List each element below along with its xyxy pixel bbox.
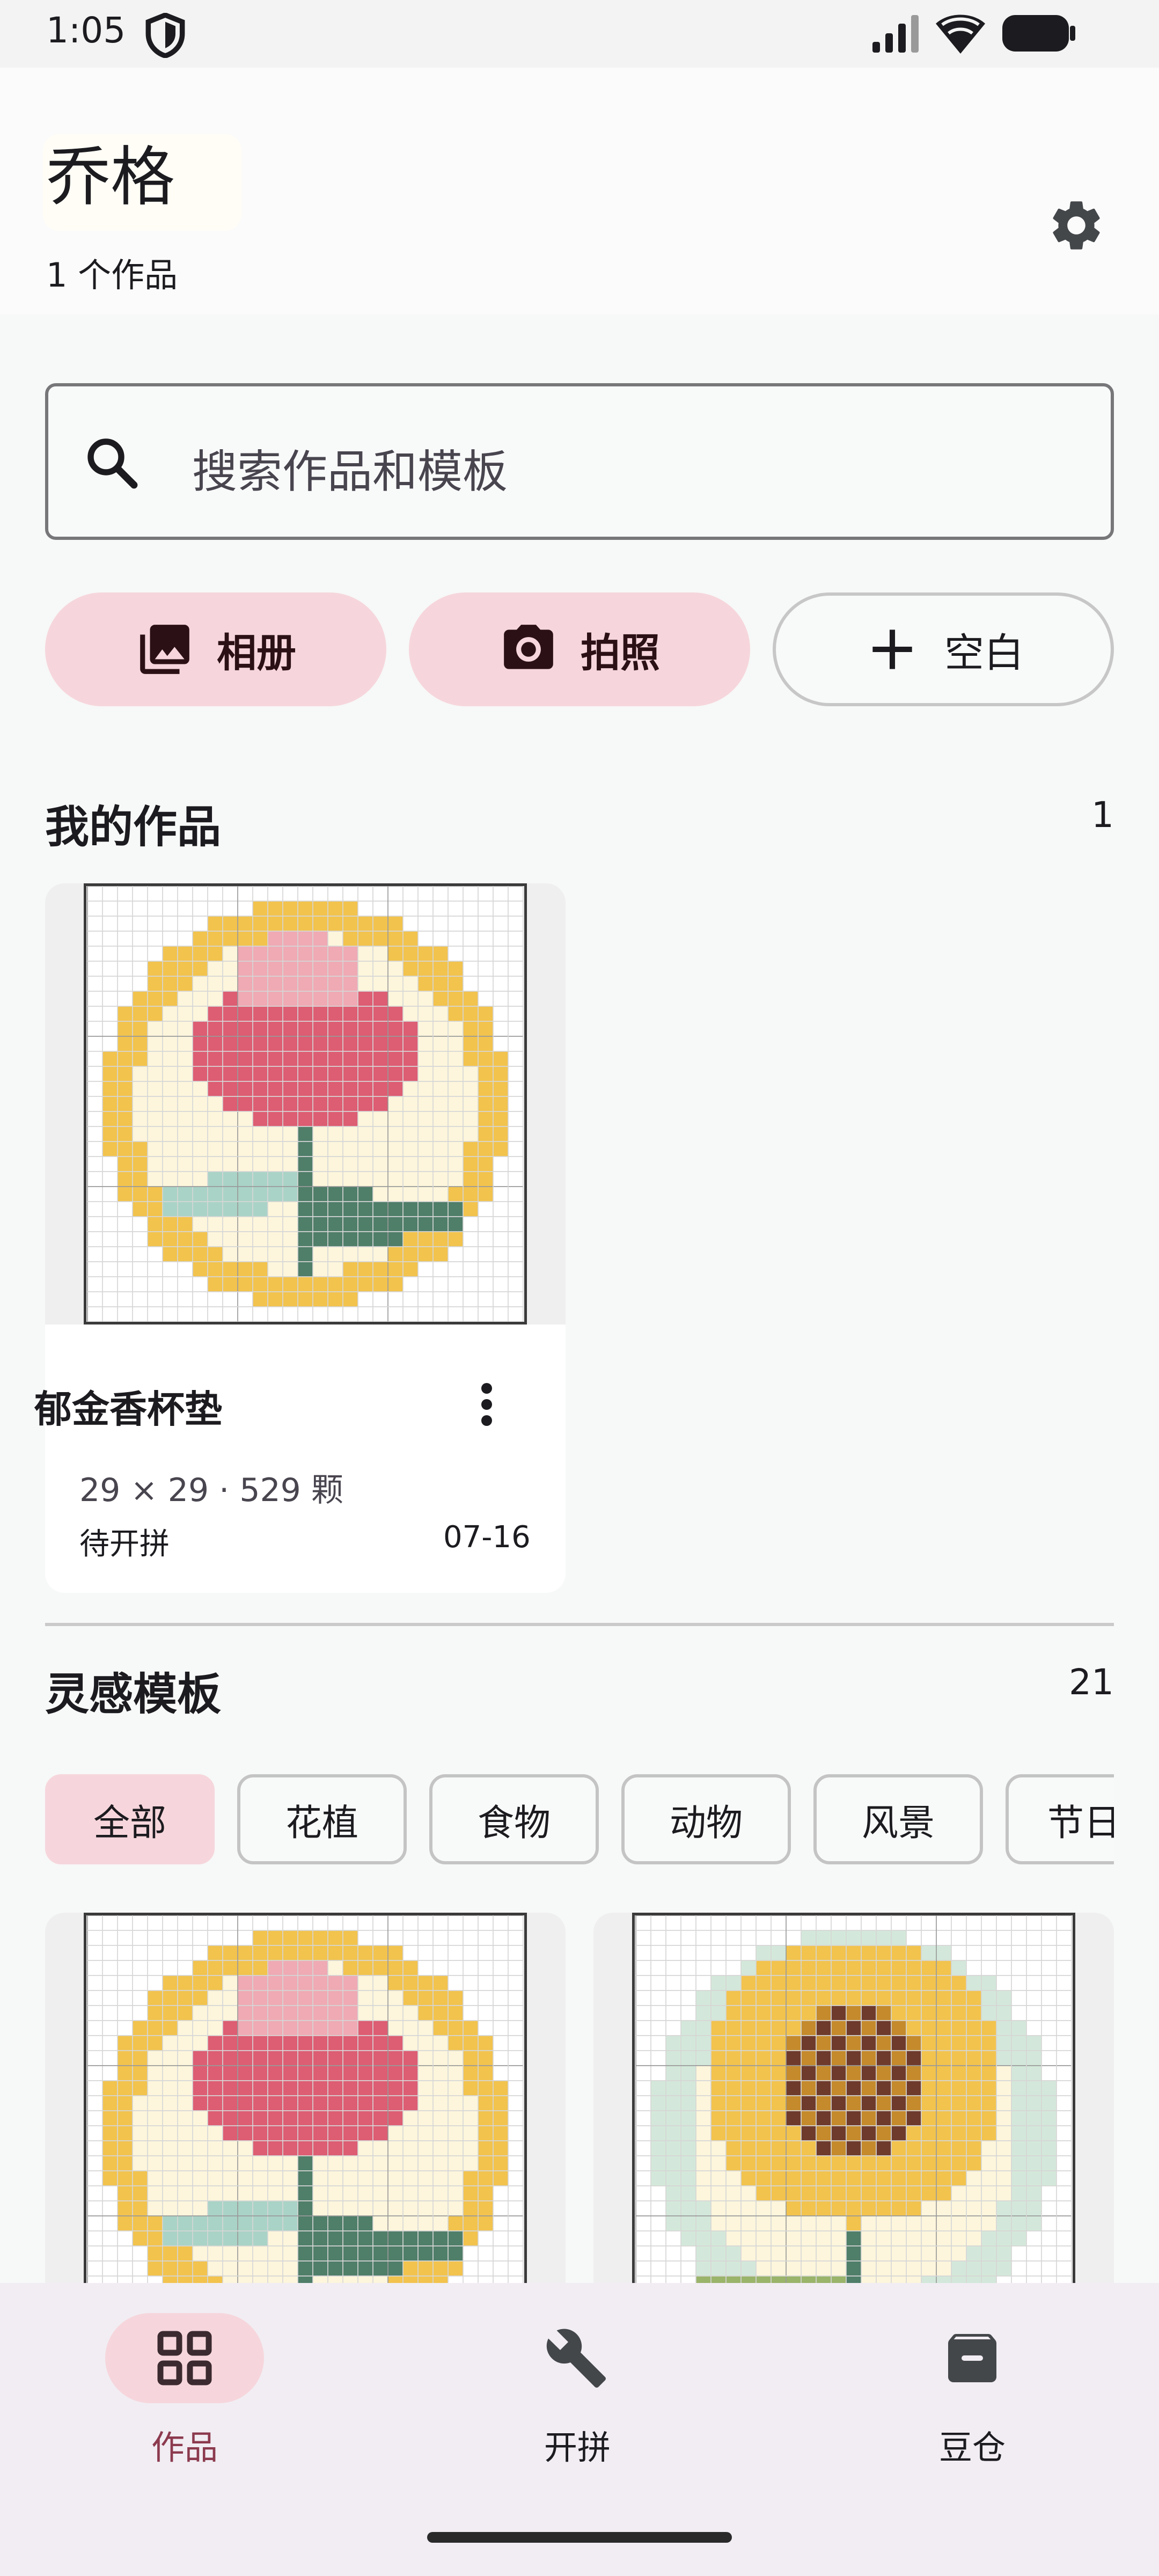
- work-card-meta: 29 × 29 · 529 颗: [79, 1472, 343, 1509]
- photo-library-icon: [140, 625, 189, 674]
- works-count-subtitle: 1 个作品: [46, 255, 178, 295]
- camera-button[interactable]: 拍照: [409, 592, 750, 706]
- work-card-thumbnail: [45, 883, 566, 1324]
- chip-food[interactable]: 食物: [429, 1774, 599, 1864]
- page-title: 乔格: [46, 140, 175, 215]
- search-icon: [87, 438, 138, 489]
- nav-works-label[interactable]: 作品: [104, 2420, 265, 2469]
- more-vert-icon[interactable]: [468, 1380, 505, 1429]
- template-card-tulip[interactable]: [45, 1913, 566, 2288]
- work-card-title: 郁金香杯垫: [34, 1387, 222, 1431]
- battery-icon: [1002, 15, 1075, 52]
- chip-flowers[interactable]: 花植: [237, 1774, 407, 1864]
- cell-signal-icon: [872, 15, 919, 53]
- chip-scenery[interactable]: 风景: [813, 1774, 983, 1864]
- chip-animals[interactable]: 动物: [621, 1774, 791, 1864]
- status-time: 1:05: [46, 10, 126, 51]
- plus-icon: [872, 630, 912, 669]
- tulip-pattern-image: [84, 883, 527, 1324]
- my-works-title: 我的作品: [45, 802, 222, 853]
- camera-icon: [504, 625, 553, 669]
- chip-holiday-clip: 节日: [1006, 1774, 1114, 1864]
- my-works-count: 1: [1091, 794, 1114, 836]
- sunflower-template-image: [632, 1913, 1075, 2288]
- archive-icon[interactable]: [940, 2326, 1004, 2390]
- album-button[interactable]: 相册: [45, 592, 386, 706]
- tulip-template-image: [84, 1913, 527, 2288]
- chip-all[interactable]: 全部: [45, 1774, 215, 1864]
- nav-storage-label[interactable]: 豆仓: [892, 2420, 1053, 2469]
- templates-title: 灵感模板: [45, 1669, 222, 1720]
- wrench-icon[interactable]: [544, 2326, 608, 2390]
- gear-icon[interactable]: [1046, 195, 1106, 255]
- shield-icon: [145, 13, 185, 58]
- chip-holiday[interactable]: 节日: [1006, 1774, 1114, 1864]
- template-card-sunflower[interactable]: [593, 1913, 1114, 2288]
- work-card-date: 07-16: [443, 1520, 531, 1555]
- wifi-icon: [936, 14, 985, 54]
- templates-count: 21: [1069, 1662, 1114, 1703]
- home-indicator: [427, 2532, 732, 2543]
- album-button-label: 相册: [217, 630, 296, 676]
- work-card-status: 待开拼: [79, 1527, 170, 1562]
- section-divider: [45, 1623, 1114, 1626]
- camera-button-label: 拍照: [581, 630, 660, 676]
- nav-start-label[interactable]: 开拼: [497, 2420, 658, 2469]
- grid-icon[interactable]: [152, 2326, 217, 2390]
- blank-button-label: 空白: [944, 630, 1024, 676]
- blank-button[interactable]: 空白: [773, 592, 1114, 706]
- search-input[interactable]: 搜索作品和模板: [192, 436, 508, 501]
